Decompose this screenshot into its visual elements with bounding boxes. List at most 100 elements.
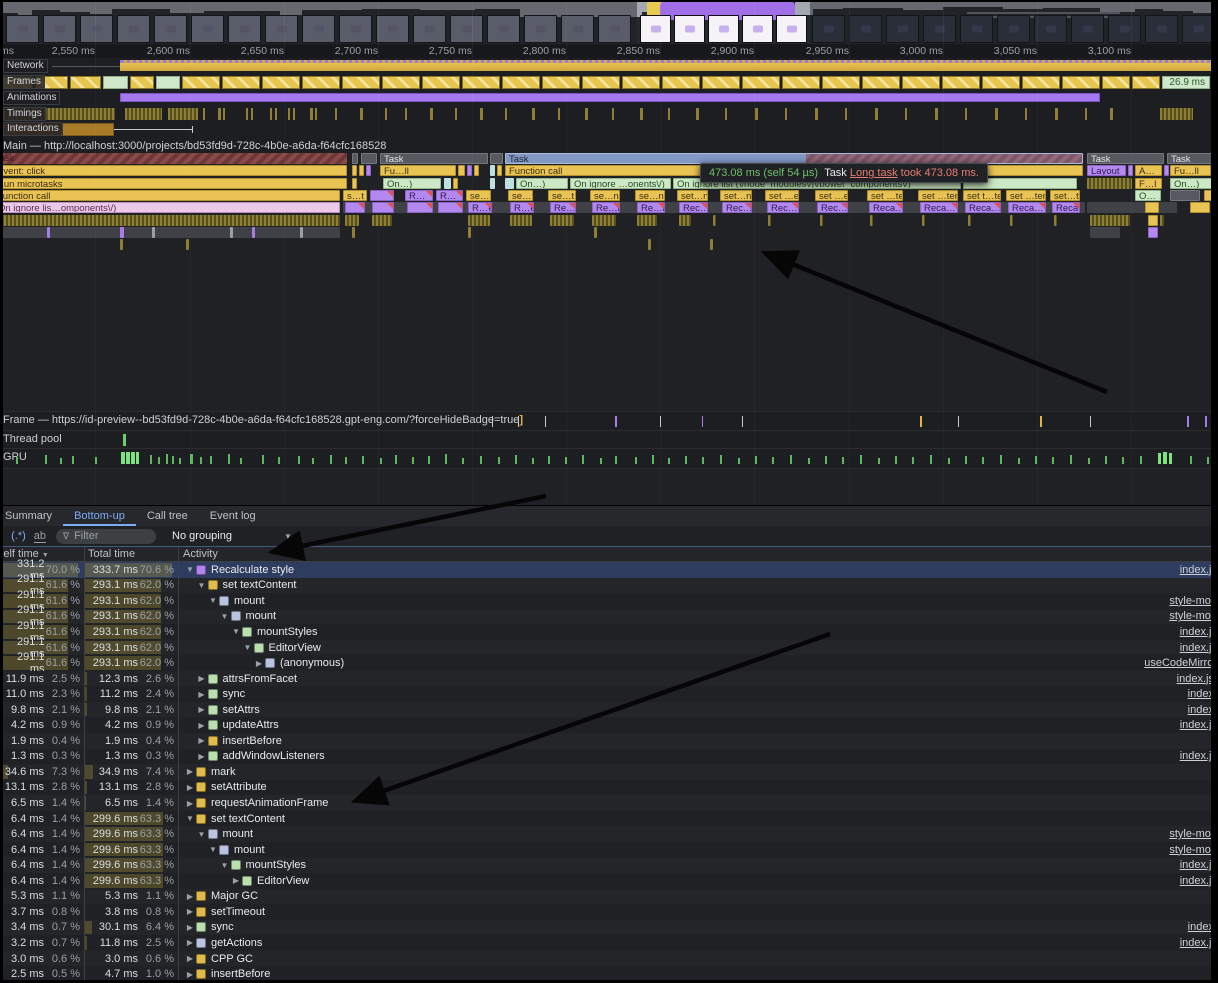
flame-segment[interactable]	[120, 227, 124, 238]
tab-call-tree[interactable]: Call tree	[136, 506, 199, 526]
flame-segment[interactable]	[922, 215, 925, 226]
collapsed-arrow-icon[interactable]: ▶	[184, 892, 196, 901]
flame-segment[interactable]: set…t	[1050, 190, 1080, 201]
flame-segment[interactable]: set …ent	[815, 190, 848, 201]
frame-segment[interactable]	[70, 76, 101, 89]
table-row[interactable]: 6.5 ms1.4 %6.5 ms1.4 %▶requestAnimationF…	[0, 795, 1218, 811]
flame-segment[interactable]: F…l	[1135, 178, 1162, 189]
frame-segment[interactable]	[382, 76, 420, 89]
flame-segment[interactable]	[1170, 190, 1200, 201]
flame-segment[interactable]: Re…e	[550, 202, 576, 213]
table-row[interactable]: 1.9 ms0.4 %1.9 ms0.4 %▶insertBefore	[0, 733, 1218, 749]
flame-segment[interactable]: s…t	[343, 190, 367, 201]
flame-segment[interactable]	[345, 215, 359, 226]
table-row[interactable]: 6.4 ms1.4 %299.6 ms63.3 %▼mountStylesind…	[0, 857, 1218, 873]
table-row[interactable]: 3.2 ms0.7 %11.8 ms2.5 %▶getActionsindex.…	[0, 935, 1218, 951]
collapsed-arrow-icon[interactable]: ▶	[196, 736, 208, 745]
match-word-icon[interactable]: ab	[34, 530, 46, 543]
table-row[interactable]: 11.0 ms2.3 %11.2 ms2.4 %▶syncindex.	[0, 686, 1218, 702]
flame-segment[interactable]: Rec…le	[722, 202, 752, 213]
collapsed-arrow-icon[interactable]: ▶	[184, 799, 196, 808]
collapsed-arrow-icon[interactable]: ▶	[184, 954, 196, 963]
table-row[interactable]: 291.1 ms61.6 %293.1 ms62.0 %▼EditorViewi…	[0, 640, 1218, 656]
filmstrip-thumbnail[interactable]	[742, 15, 773, 43]
flame-segment[interactable]	[444, 178, 451, 189]
flame-segment[interactable]: Rec…le	[679, 202, 708, 213]
flame-segment[interactable]	[230, 227, 233, 238]
flame-segment[interactable]: se…t	[508, 190, 533, 201]
flame-segment[interactable]: On…)	[1170, 178, 1212, 189]
frame-segment[interactable]	[1102, 76, 1130, 89]
frame-segment[interactable]	[662, 76, 700, 89]
flame-segment[interactable]	[505, 178, 514, 189]
table-row[interactable]: 3.0 ms0.6 %3.0 ms0.6 %▶CPP GC	[0, 951, 1218, 967]
table-row[interactable]: 34.6 ms7.3 %34.9 ms7.4 %▶mark	[0, 764, 1218, 780]
flame-segment[interactable]	[1148, 215, 1158, 226]
flame-segment[interactable]	[648, 239, 651, 250]
frame-segment[interactable]	[1132, 76, 1160, 89]
flame-segment[interactable]: Reca…yle	[869, 202, 903, 213]
timeline-overview[interactable]: ms2,550 ms2,600 ms2,650 ms2,700 ms2,750 …	[0, 0, 1218, 58]
flame-segment[interactable]: R…	[405, 190, 433, 201]
thread-pool-track[interactable]: Thread pool	[0, 430, 1218, 449]
expanded-arrow-icon[interactable]: ▼	[196, 581, 208, 590]
frame-segment[interactable]	[942, 76, 980, 89]
flame-segment[interactable]	[1148, 227, 1158, 238]
table-row[interactable]: 5.3 ms1.1 %5.3 ms1.1 %▶Major GC	[0, 889, 1218, 905]
flame-segment[interactable]	[361, 153, 377, 164]
flame-segment[interactable]	[152, 227, 155, 238]
flame-segment[interactable]	[370, 190, 394, 201]
frame-segment[interactable]	[222, 76, 260, 89]
flame-segment[interactable]: On ignore …onents\/)	[570, 178, 671, 189]
flame-segment[interactable]	[1087, 202, 1177, 213]
flame-segment[interactable]	[594, 227, 597, 238]
table-row[interactable]: 9.8 ms2.1 %9.8 ms2.1 %▶setAttrsindex.	[0, 702, 1218, 718]
table-row[interactable]: 6.4 ms1.4 %299.6 ms63.3 %▶EditorViewinde…	[0, 873, 1218, 889]
flame-segment[interactable]	[359, 165, 364, 176]
flame-segment[interactable]	[1145, 202, 1159, 213]
frame-track[interactable]: Frame — https://id-preview--bd53fd9d-728…	[0, 411, 1218, 431]
flame-segment[interactable]: R…e	[510, 202, 534, 213]
frame-duration-badge[interactable]: 26.9 ms	[1162, 76, 1210, 89]
expanded-arrow-icon[interactable]: ▼	[196, 830, 208, 839]
expanded-arrow-icon[interactable]: ▼	[184, 565, 196, 574]
flame-segment[interactable]: set …tent	[867, 190, 903, 201]
flame-segment[interactable]	[468, 227, 471, 238]
expanded-arrow-icon[interactable]: ▼	[242, 643, 254, 652]
expanded-arrow-icon[interactable]: ▼	[207, 596, 219, 605]
flame-segment[interactable]	[352, 227, 355, 238]
frame-segment[interactable]	[582, 76, 620, 89]
flame-segment[interactable]: Function call	[0, 190, 340, 201]
collapsed-arrow-icon[interactable]: ▶	[196, 721, 208, 730]
table-row[interactable]: 291.1 ms61.6 %293.1 ms62.0 %▼mountStyles…	[0, 624, 1218, 640]
flame-segment[interactable]	[0, 227, 340, 238]
flame-segment[interactable]: Rec…yle	[817, 202, 848, 213]
column-activity[interactable]: Activity	[183, 548, 218, 560]
flame-segment[interactable]	[592, 215, 616, 226]
flame-segment[interactable]: Reca…e	[1052, 202, 1080, 213]
collapsed-arrow-icon[interactable]: ▶	[196, 705, 208, 714]
table-row[interactable]: 3.4 ms0.7 %30.1 ms6.4 %▶syncindex.	[0, 920, 1218, 936]
filmstrip-thumbnail[interactable]	[708, 15, 739, 43]
frame-segment[interactable]	[502, 76, 540, 89]
table-row[interactable]: 13.1 ms2.8 %13.1 ms2.8 %▶setAttribute	[0, 780, 1218, 796]
main-thread-title[interactable]: Main — http://localhost:3000/projects/bd…	[3, 140, 386, 152]
flame-segment[interactable]: Reca…yle	[920, 202, 958, 213]
frame-segment[interactable]	[902, 76, 940, 89]
tab-bottom-up[interactable]: Bottom-up	[63, 506, 136, 526]
flame-segment[interactable]	[768, 215, 771, 226]
flame-segment[interactable]	[352, 165, 357, 176]
gpu-track[interactable]: GPU	[0, 448, 1218, 469]
flame-segment[interactable]	[300, 227, 303, 238]
interactions-track-label[interactable]: Interactions	[3, 122, 63, 136]
flame-segment[interactable]	[1090, 215, 1130, 226]
flame-segment[interactable]: Task	[1087, 153, 1164, 164]
frame-segment[interactable]	[862, 76, 900, 89]
table-row[interactable]: 11.9 ms2.5 %12.3 ms2.6 %▶attrsFromFaceti…	[0, 671, 1218, 687]
expanded-arrow-icon[interactable]: ▼	[219, 861, 231, 870]
flame-segment[interactable]	[490, 178, 495, 189]
flame-segment[interactable]	[438, 202, 463, 213]
frame-segment[interactable]	[156, 76, 180, 89]
collapsed-arrow-icon[interactable]: ▶	[184, 923, 196, 932]
flame-segment[interactable]	[490, 153, 503, 164]
